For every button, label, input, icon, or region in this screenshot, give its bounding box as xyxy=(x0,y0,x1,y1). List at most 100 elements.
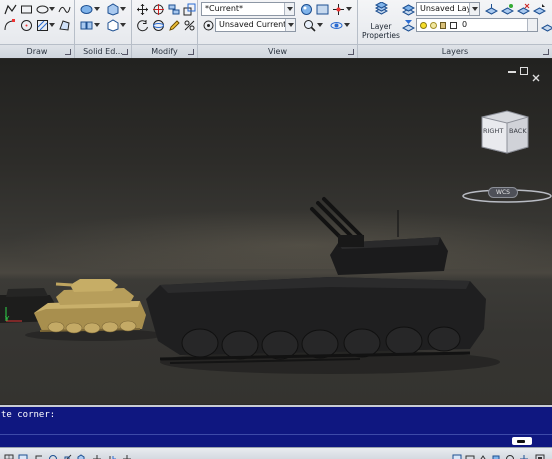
polyline-tool-icon[interactable] xyxy=(3,2,17,16)
layer-freeze-sun-icon[interactable] xyxy=(430,22,437,29)
current-layer-name: 0 xyxy=(462,20,468,29)
dynamic-input-icon[interactable] xyxy=(122,449,132,459)
separate-dropdown[interactable] xyxy=(94,18,100,32)
grid-display-icon[interactable] xyxy=(18,449,28,459)
spline-tool-icon[interactable] xyxy=(57,2,71,16)
solid-editing-panel-launcher-icon[interactable] xyxy=(122,49,128,55)
zoom-icon[interactable] xyxy=(302,18,316,32)
render-icon[interactable] xyxy=(331,2,345,16)
view-panel-label: View xyxy=(268,47,287,56)
status-tray-icon-6[interactable] xyxy=(519,449,529,459)
3d-move-tool-icon[interactable] xyxy=(151,2,165,16)
layer-color-swatch[interactable] xyxy=(450,22,457,29)
ribbon: Draw Solid Ed... Modify *Current* Unsave… xyxy=(0,0,552,58)
union-dropdown[interactable] xyxy=(94,2,100,16)
layer-state-select[interactable]: Unsaved Laye xyxy=(416,2,480,16)
object-snap-tracking-icon[interactable] xyxy=(92,449,102,459)
status-tray-icon-3[interactable] xyxy=(478,449,488,459)
layer-control[interactable]: 0 xyxy=(416,18,538,32)
draw-panel-label: Draw xyxy=(26,47,48,56)
named-view-icon[interactable] xyxy=(201,18,215,32)
view-panel-launcher-icon[interactable] xyxy=(348,49,354,55)
layer-tool-icon-4[interactable] xyxy=(532,2,546,16)
layer-tool-icon-2[interactable] xyxy=(500,2,514,16)
modify-panel: Modify xyxy=(132,0,198,58)
status-tray-icon-2[interactable] xyxy=(465,449,475,459)
visual-style-dropdown-icon[interactable] xyxy=(284,3,294,15)
layer-walk-icon[interactable] xyxy=(540,18,552,32)
layer-state-value: Unsaved Laye xyxy=(420,4,477,13)
ellipse-tool-icon[interactable] xyxy=(35,2,49,16)
named-view-select[interactable]: Unsaved Current Vie xyxy=(215,18,296,32)
separate-tool-icon[interactable] xyxy=(79,18,93,32)
modify-panel-launcher-icon[interactable] xyxy=(188,49,194,55)
command-history-text: te corner: xyxy=(1,410,56,420)
draw-panel-launcher-icon[interactable] xyxy=(65,49,71,55)
layers-panel-label: Layers xyxy=(441,47,469,56)
tan-tank xyxy=(34,279,146,334)
zoom-dropdown[interactable] xyxy=(317,18,323,32)
shell-tool-icon[interactable] xyxy=(105,18,119,32)
status-tray-icon-5[interactable] xyxy=(505,449,515,459)
materials-icon[interactable] xyxy=(315,2,329,16)
drawing-viewport[interactable]: RIGHT BACK WCS Y xyxy=(0,59,552,404)
trim-tool-icon[interactable] xyxy=(182,18,196,32)
snap-mode-icon[interactable] xyxy=(4,449,14,459)
draw-panel-title: Draw xyxy=(0,44,74,58)
3d-object-snap-icon[interactable] xyxy=(76,449,86,459)
extrude-faces-tool-icon[interactable] xyxy=(105,2,119,16)
tank-scene: Y xyxy=(0,197,500,374)
edit-pencil-icon[interactable] xyxy=(167,18,181,32)
hatch-dropdown[interactable] xyxy=(49,18,55,32)
layer-properties-label-line1: Layer xyxy=(370,22,392,31)
align-tool-icon[interactable] xyxy=(167,2,181,16)
match-layer-icon[interactable] xyxy=(401,18,415,32)
command-input[interactable] xyxy=(0,434,552,447)
ortho-mode-icon[interactable] xyxy=(34,449,44,459)
rotate-tool-icon[interactable] xyxy=(135,18,149,32)
solid-editing-panel-label: Solid Ed... xyxy=(83,47,123,56)
region-tool-icon[interactable] xyxy=(57,18,71,32)
object-snap-icon[interactable] xyxy=(62,449,72,459)
orbit-dropdown[interactable] xyxy=(344,18,350,32)
draw-panel: Draw xyxy=(0,0,75,58)
layer-tool-icon-3[interactable] xyxy=(516,2,530,16)
visual-style-manager-icon[interactable] xyxy=(299,2,313,16)
layer-control-dropdown-icon[interactable] xyxy=(527,19,537,31)
layers-panel: Layer Properties Unsaved Laye 0 Layers xyxy=(358,0,552,58)
layers-panel-launcher-icon[interactable] xyxy=(543,49,549,55)
polar-tracking-icon[interactable] xyxy=(48,449,58,459)
hatch-tool-icon[interactable] xyxy=(35,18,49,32)
union-tool-icon[interactable] xyxy=(79,2,93,16)
ellipse-dropdown[interactable] xyxy=(49,2,55,16)
command-line-toggle-icon[interactable] xyxy=(512,437,532,445)
status-bar xyxy=(0,447,552,459)
arc-tool-icon[interactable] xyxy=(3,18,17,32)
orbit-icon[interactable] xyxy=(329,18,343,32)
clean-screen-icon[interactable] xyxy=(535,449,545,459)
layer-tool-icon-1[interactable] xyxy=(484,2,498,16)
layer-state-icon[interactable] xyxy=(401,2,415,16)
3d-rotate-tool-icon[interactable] xyxy=(151,18,165,32)
visual-style-select[interactable]: *Current* xyxy=(201,2,295,16)
layer-properties-button[interactable]: Layer Properties xyxy=(362,1,400,43)
move-tool-icon[interactable] xyxy=(135,2,149,16)
visual-style-value: *Current* xyxy=(205,4,244,13)
dark-tank xyxy=(146,197,486,364)
layer-lock-icon[interactable] xyxy=(440,22,446,29)
extrude-faces-dropdown[interactable] xyxy=(120,2,126,16)
circle-tool-icon[interactable] xyxy=(19,18,33,32)
named-view-dropdown-icon[interactable] xyxy=(285,19,295,31)
shell-dropdown[interactable] xyxy=(120,18,126,32)
status-tray-icon-4[interactable] xyxy=(491,449,501,459)
layer-state-dropdown-icon[interactable] xyxy=(469,3,479,15)
rectangle-tool-icon[interactable] xyxy=(19,2,33,16)
view-panel-title: View xyxy=(198,44,357,58)
render-dropdown[interactable] xyxy=(346,2,352,16)
scale-tool-icon[interactable] xyxy=(182,2,196,16)
layer-on-bulb-icon[interactable] xyxy=(420,22,427,29)
layers-panel-title: Layers xyxy=(358,44,552,58)
status-tray-icon-1[interactable] xyxy=(452,449,462,459)
view-panel: *Current* Unsaved Current Vie View xyxy=(198,0,358,58)
dynamic-ucs-icon[interactable] xyxy=(108,449,118,459)
